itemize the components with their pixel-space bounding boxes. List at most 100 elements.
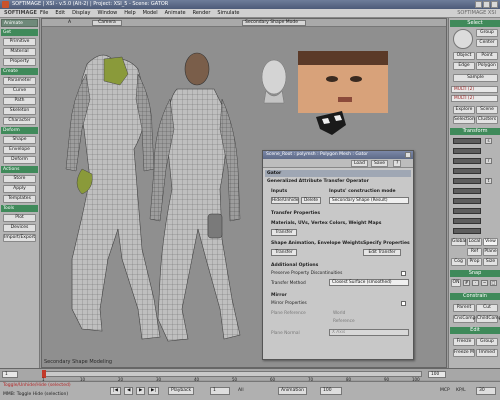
path-button[interactable]: Path	[3, 97, 36, 105]
minimize-button[interactable]	[475, 1, 482, 8]
checker-object[interactable]	[316, 111, 346, 135]
dialog-title-bar[interactable]: Scene_Root : polymsh : Polygon Mesh : Ga…	[263, 151, 413, 159]
scale-row[interactable]	[453, 138, 481, 144]
scale-x-row[interactable]	[453, 148, 481, 154]
templates-button[interactable]: Templates	[3, 195, 36, 203]
view-button[interactable]: View	[483, 238, 498, 246]
preserve-checkbox[interactable]	[401, 271, 406, 276]
transform-extra-row[interactable]	[453, 198, 481, 204]
store-button[interactable]: Store	[3, 175, 36, 183]
prev-frame-icon[interactable]: ◀	[124, 387, 134, 395]
section-get[interactable]: Get	[1, 29, 38, 36]
reference-radio[interactable]: Reference	[333, 319, 355, 324]
frame-field[interactable]: 100	[320, 387, 342, 395]
clusters-button[interactable]: Clusters	[476, 116, 498, 124]
sample-button[interactable]: Sample	[453, 74, 498, 82]
current-frame-field[interactable]: 1	[210, 387, 230, 395]
module-dropdown[interactable]: Animate	[1, 19, 38, 27]
translate-z-row[interactable]	[453, 188, 481, 194]
parameter-button[interactable]: Parameter	[3, 77, 36, 85]
point-button[interactable]: Point	[476, 52, 498, 60]
global-button[interactable]: Global	[451, 238, 466, 246]
childcomp-button[interactable]: ChildComp	[476, 315, 500, 323]
rotate-row[interactable]	[453, 158, 481, 164]
section-create[interactable]: Create	[1, 68, 38, 75]
edge-button[interactable]: Edge	[453, 62, 475, 70]
immed-button[interactable]: Immed	[476, 349, 498, 357]
world-radio[interactable]: World	[333, 311, 345, 316]
primitive-button[interactable]: Primitive	[3, 38, 36, 46]
snap-surface-icon[interactable]: □	[490, 280, 497, 286]
hide-unhide-button[interactable]: Hide/Unhide	[271, 197, 299, 204]
import-export-button[interactable]: Import/Export	[3, 234, 36, 242]
next-frame-icon[interactable]: ▶|	[148, 387, 159, 395]
selection-field-2[interactable]: MULTI (2)	[451, 95, 498, 102]
curve-button[interactable]: Curve	[3, 87, 36, 95]
group-edit-button[interactable]: Group	[476, 338, 498, 346]
cog-button[interactable]: Cog	[451, 258, 466, 266]
edit-transfer-button[interactable]: Edit Transfer	[363, 249, 401, 256]
freeze-m-button[interactable]: Freeze M	[453, 349, 475, 357]
menu-model[interactable]: Model	[143, 10, 158, 16]
plane-normal-select[interactable]: X Axis	[329, 329, 409, 336]
delete-button[interactable]: Delete	[301, 197, 321, 204]
section-actions[interactable]: Actions	[1, 166, 38, 173]
rotate-icon[interactable]: r	[485, 158, 492, 164]
freeze-button[interactable]: Freeze	[453, 338, 475, 346]
scale-icon[interactable]: s	[485, 138, 492, 144]
construction-mode-select[interactable]: Secondary Shape (Result)	[329, 197, 409, 204]
section-tools[interactable]: Tools	[1, 205, 38, 212]
rotate-y-row[interactable]	[453, 168, 481, 174]
parent-button[interactable]: Parent	[453, 304, 475, 312]
select-arrow-icon[interactable]	[453, 29, 473, 49]
face-texture-map[interactable]	[298, 51, 388, 113]
translate-icon[interactable]: t	[485, 178, 492, 184]
selection-field-1[interactable]: MULTI (2)	[451, 86, 498, 93]
maximize-button[interactable]	[483, 1, 490, 8]
deform-button[interactable]: Deform	[3, 156, 36, 164]
prop-button[interactable]: Prop	[467, 258, 482, 266]
shape-button[interactable]: Shape	[3, 136, 36, 144]
center-button[interactable]: Center	[476, 39, 498, 47]
menu-help[interactable]: Help	[124, 10, 135, 16]
transform-extra-row-3[interactable]	[453, 218, 481, 224]
size-button[interactable]: Size	[483, 258, 498, 266]
scene-button[interactable]: Scene	[476, 106, 498, 114]
property-button[interactable]: Property	[3, 58, 36, 66]
playback-button[interactable]: Playback	[168, 387, 195, 395]
cut-button[interactable]: Cut	[476, 304, 498, 312]
transfer-method-select[interactable]: Closest Surface (smoothed)	[329, 279, 409, 286]
start-frame-field[interactable]: 1	[2, 371, 18, 378]
plot-button[interactable]: Plot	[3, 214, 36, 222]
transform-extra-row-4[interactable]	[453, 228, 481, 234]
fps-field[interactable]: 30	[476, 387, 496, 395]
polygon-button[interactable]: Polygon	[476, 62, 498, 70]
dialog-close-icon[interactable]	[405, 152, 411, 158]
transform-extra-row-2[interactable]	[453, 208, 481, 214]
explore-button[interactable]: Explore	[453, 106, 475, 114]
head-bust[interactable]	[261, 59, 287, 104]
play-icon[interactable]: ▶	[136, 387, 146, 395]
section-deform[interactable]: Deform	[1, 127, 38, 134]
object-button[interactable]: Object	[453, 52, 475, 60]
save-button[interactable]: Save	[371, 160, 389, 167]
armored-figure-left[interactable]	[65, 54, 161, 340]
cnscomp-button[interactable]: CnsComp	[453, 315, 475, 323]
material-button[interactable]: Material	[3, 48, 36, 56]
menu-simulate[interactable]: Simulate	[217, 10, 239, 16]
mirror-checkbox[interactable]	[401, 301, 406, 306]
help-icon[interactable]: ?	[393, 160, 402, 167]
snap-on-toggle[interactable]: ON	[451, 279, 461, 287]
local-button[interactable]: Local	[467, 238, 482, 246]
transfer-button[interactable]: Transfer	[271, 229, 297, 236]
menu-display[interactable]: Display	[72, 10, 90, 16]
animation-button[interactable]: Animation	[278, 387, 307, 395]
rewind-icon[interactable]: |◀	[110, 387, 121, 395]
menu-file[interactable]: File	[40, 10, 48, 16]
devices-button[interactable]: Devices	[3, 224, 36, 232]
transfer-shape-button[interactable]: Transfer	[271, 249, 297, 256]
snap-point-icon[interactable]: ·	[472, 280, 479, 286]
snap-grid-icon[interactable]: #	[463, 280, 470, 286]
translate-row[interactable]	[453, 178, 481, 184]
group-button[interactable]: Group	[476, 29, 498, 37]
